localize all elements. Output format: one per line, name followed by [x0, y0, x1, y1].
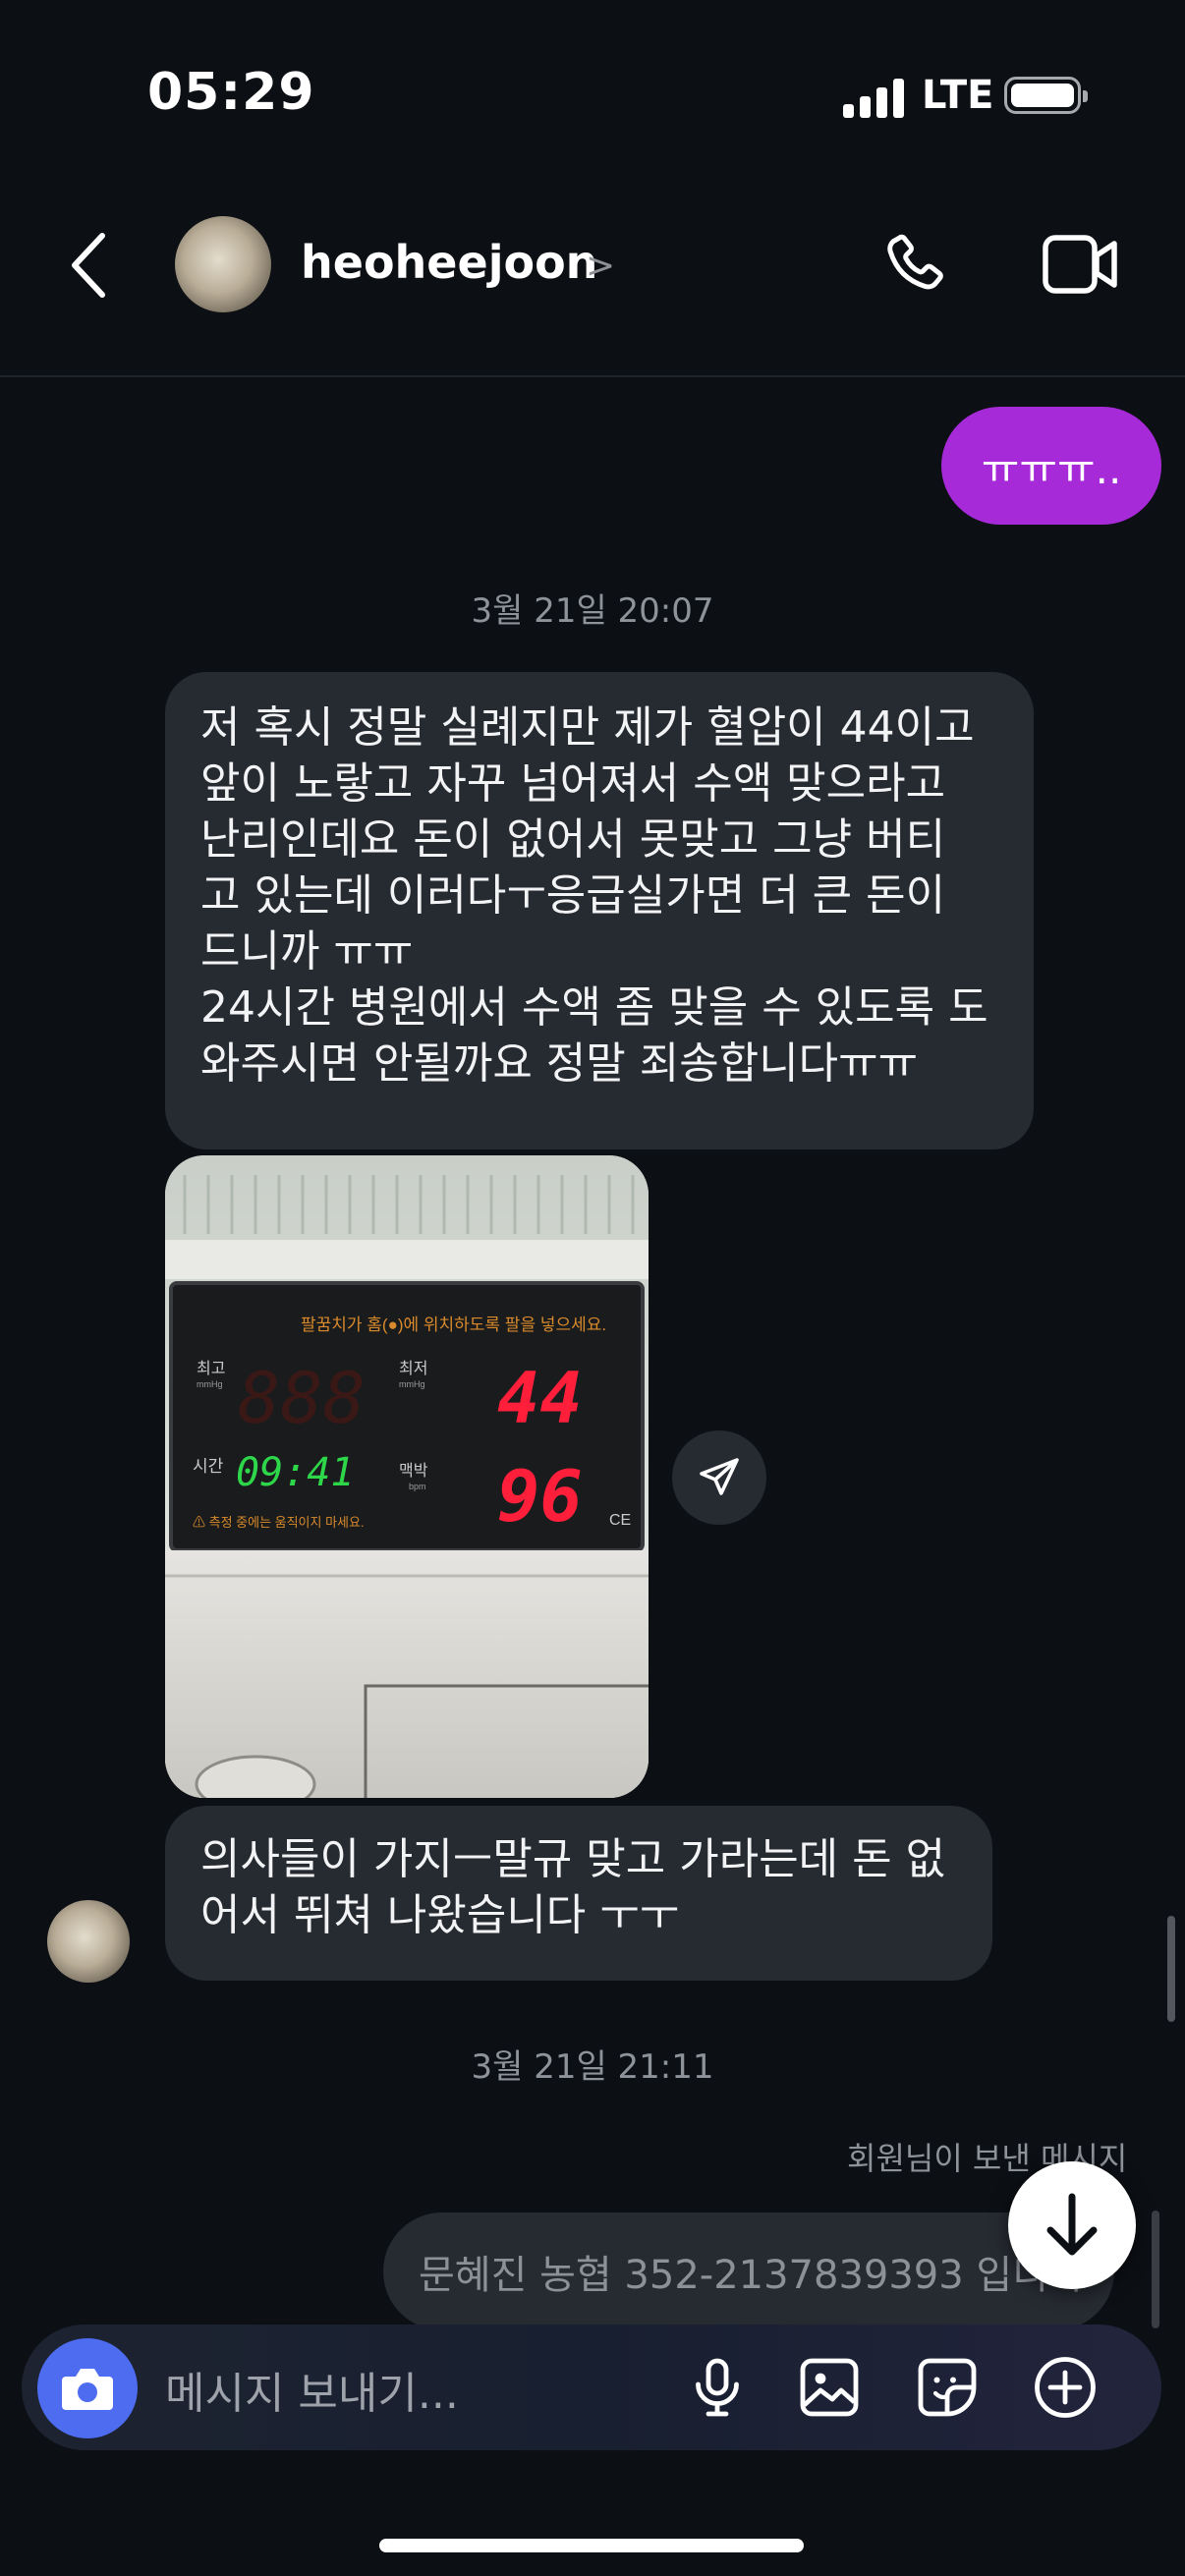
- svg-text:맥박: 맥박: [399, 1462, 428, 1480]
- svg-text:최저: 최저: [399, 1360, 427, 1377]
- photo-instruction-text: 팔꿈치가 홈(●)에 위치하도록 팔을 넣으세요.: [301, 1316, 606, 1334]
- scroll-to-bottom-button[interactable]: [1008, 2161, 1136, 2289]
- svg-text:CE: CE: [609, 1512, 631, 1529]
- svg-text:최고: 최고: [197, 1360, 225, 1377]
- microphone-icon[interactable]: [682, 2352, 753, 2423]
- chevron-right-icon[interactable]: >: [586, 246, 615, 286]
- incoming-message-bubble[interactable]: 의사들이 가지ㅡ말규 맞고 가라는데 돈 없 어서 뛰쳐 나왔습니다 ㅜㅜ: [165, 1806, 992, 1981]
- camera-button[interactable]: [37, 2338, 138, 2438]
- share-button[interactable]: [672, 1430, 766, 1525]
- scrollbar-thumb[interactable]: [1167, 1916, 1175, 2022]
- signal-icon: [843, 77, 904, 118]
- photo-attachment[interactable]: 팔꿈치가 홈(●)에 위치하도록 팔을 넣으세요. 최고 mmHg 888 최저…: [165, 1155, 649, 1798]
- bp-low-readout: 44: [497, 1357, 583, 1439]
- time-readout: 09:41: [236, 1450, 354, 1495]
- svg-text:mmHg: mmHg: [197, 1379, 223, 1389]
- outgoing-message-bubble[interactable]: ㅠㅠㅠ..: [941, 407, 1161, 525]
- arrow-down-icon: [1046, 2193, 1098, 2256]
- message-timestamp: 3월 21일 21:11: [471, 2047, 714, 2087]
- photo-warning-text: ⚠ 측정 중에는 움직이지 마세요.: [193, 1515, 365, 1530]
- send-icon: [700, 1458, 739, 1495]
- add-plus-icon[interactable]: [1030, 2352, 1100, 2423]
- pulse-readout: 96: [497, 1455, 583, 1538]
- phone-icon[interactable]: [880, 230, 949, 299]
- message-input[interactable]: 메시지 보내기...: [165, 2358, 676, 2419]
- profile-avatar[interactable]: [175, 216, 271, 312]
- bp-high-readout: 888: [238, 1357, 366, 1439]
- home-indicator[interactable]: [379, 2539, 804, 2552]
- sticker-icon[interactable]: [912, 2352, 983, 2423]
- video-camera-icon[interactable]: [1042, 232, 1120, 297]
- gallery-icon[interactable]: [794, 2352, 865, 2423]
- outgoing-message-bubble[interactable]: 문혜진 농협 352-2137839393 입니다: [383, 2212, 1114, 2330]
- message-timestamp: 3월 21일 20:07: [471, 591, 714, 631]
- battery-icon: [1004, 77, 1088, 114]
- svg-text:bpm: bpm: [409, 1482, 426, 1491]
- scrollbar-track[interactable]: [1152, 2211, 1159, 2328]
- header-divider: [0, 375, 1185, 377]
- camera-icon: [62, 2369, 113, 2410]
- sender-avatar[interactable]: [47, 1900, 130, 1983]
- network-type: LTE: [922, 73, 994, 118]
- status-time: 05:29: [147, 63, 315, 122]
- svg-text:시간: 시간: [193, 1457, 224, 1476]
- back-arrow-icon[interactable]: [59, 226, 118, 305]
- profile-username[interactable]: heoheejoon: [301, 236, 597, 289]
- svg-text:mmHg: mmHg: [399, 1379, 425, 1389]
- incoming-message-bubble[interactable]: 저 혹시 정말 실례지만 제가 혈압이 44이고 앞이 노랗고 자꾸 넘어져서 …: [165, 672, 1034, 1149]
